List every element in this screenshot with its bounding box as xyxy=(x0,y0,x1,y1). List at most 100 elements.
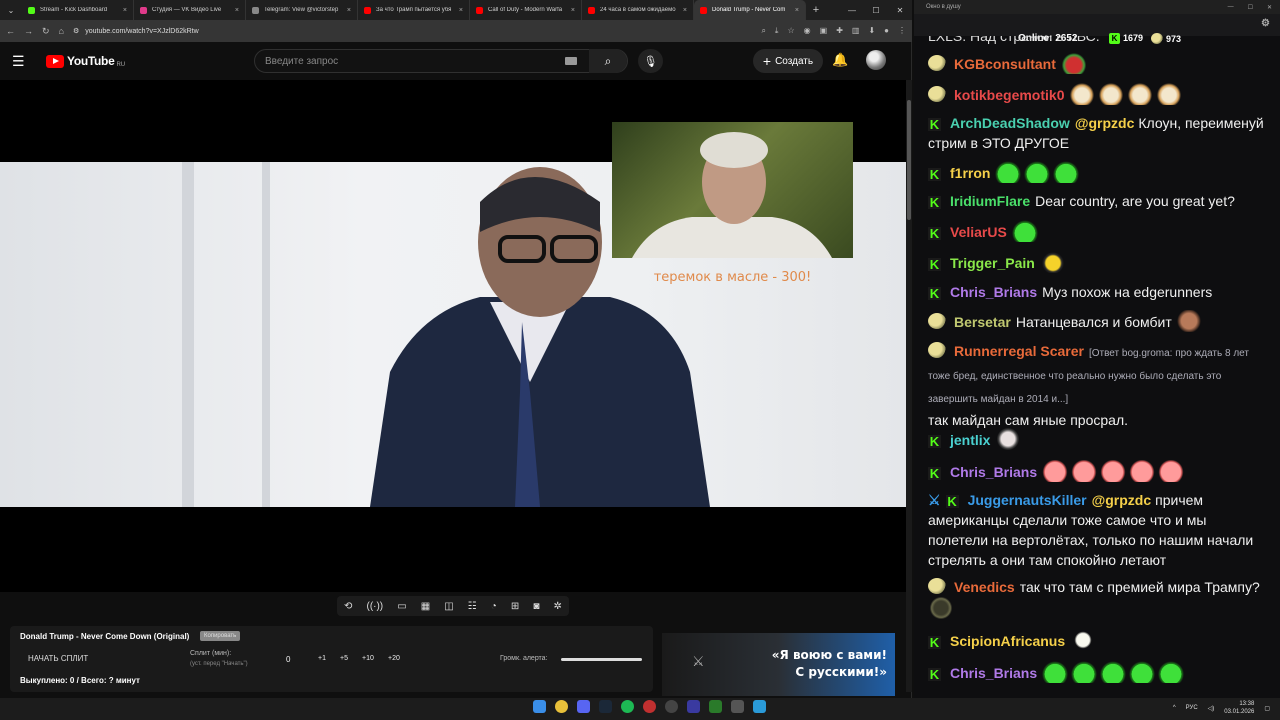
chat-username[interactable]: Trigger_Pain xyxy=(950,255,1035,271)
tab-youtube-trump[interactable]: За что Трамп пытается убя × xyxy=(358,0,470,20)
minimize-icon[interactable]: — xyxy=(840,0,864,20)
home-icon[interactable]: ⌂ xyxy=(59,26,64,36)
chat-settings-gear-icon[interactable]: ⚙ xyxy=(1261,18,1270,29)
audio-waves-icon[interactable]: ((·)) xyxy=(366,601,383,612)
app-icon[interactable] xyxy=(731,700,744,713)
chat-mention[interactable]: @grpzdc xyxy=(1075,115,1135,131)
chat-username[interactable]: Chris_Brians xyxy=(950,464,1037,480)
playlist-icon[interactable]: ☷ xyxy=(468,601,477,612)
chat-username[interactable]: Bersetar xyxy=(954,314,1011,330)
chat-username[interactable]: Chris_Brians xyxy=(950,284,1037,300)
tab-youtube-cod[interactable]: Call of Duty - Modern Warfa × xyxy=(470,0,582,20)
new-tab-button[interactable]: + xyxy=(806,0,826,20)
menu-dots-icon[interactable]: ⋮ xyxy=(898,26,906,36)
screen-icon[interactable]: ▭ xyxy=(397,601,406,612)
profile-icon[interactable]: ● xyxy=(884,26,889,36)
sidebar-icon[interactable]: ▥ xyxy=(852,26,860,36)
maximize-icon[interactable]: ☐ xyxy=(1248,4,1253,11)
back-icon[interactable]: ← xyxy=(6,26,15,36)
language-indicator[interactable]: РУС xyxy=(1186,705,1198,711)
chat-mention[interactable]: @grpzdc xyxy=(1092,492,1152,508)
search-button[interactable]: ⌕ xyxy=(589,49,627,73)
voice-search-button[interactable]: 🎙 xyxy=(638,49,663,73)
url-field[interactable]: ⚙ youtube.com/watch?v=XJzlD62kRtw xyxy=(73,27,752,36)
start-windows-icon[interactable] xyxy=(533,700,546,713)
settings-gear-icon[interactable]: ✲ xyxy=(553,601,561,612)
chat-username[interactable]: Venedics xyxy=(954,579,1015,595)
add-1-button[interactable]: +1 xyxy=(318,655,326,662)
tab-youtube-active[interactable]: Donald Trump - Never Com × xyxy=(694,0,806,20)
chat-message-list[interactable]: LXLS. Над странои в ЛВС. KGBconsultant k… xyxy=(914,36,1274,698)
speed-icon[interactable]: ◔ xyxy=(491,601,497,612)
hamburger-menu-icon[interactable]: ☰ xyxy=(12,53,36,70)
download-icon[interactable]: ⬇ xyxy=(868,26,875,36)
chat-username[interactable]: kotikbegemotik0 xyxy=(954,87,1064,103)
camera-icon[interactable]: ◙ xyxy=(533,601,539,612)
alert-volume-slider[interactable] xyxy=(561,658,642,661)
maximize-icon[interactable]: ☐ xyxy=(864,0,888,20)
forward-icon[interactable]: → xyxy=(24,26,33,36)
add-5-button[interactable]: +5 xyxy=(340,655,348,662)
close-tab-icon[interactable]: × xyxy=(795,7,799,14)
chat-username[interactable]: Chris_Brians xyxy=(950,665,1037,681)
reload-icon[interactable]: ↻ xyxy=(42,26,50,37)
video-player[interactable]: теремок в масле - 300! xyxy=(0,80,906,592)
avatar[interactable] xyxy=(866,50,886,70)
copy-button[interactable]: Копировать xyxy=(200,631,241,641)
telegram-icon[interactable] xyxy=(753,700,766,713)
tab-telegram[interactable]: Telegram: View @victorstep × xyxy=(246,0,358,20)
create-button[interactable]: + Создать xyxy=(753,49,823,73)
site-info-icon[interactable]: ⚙ xyxy=(73,27,79,35)
notifications-icon[interactable]: ▢ xyxy=(1264,705,1270,712)
close-tab-icon[interactable]: × xyxy=(459,7,463,14)
close-tab-icon[interactable]: × xyxy=(683,7,687,14)
add-20-button[interactable]: +20 xyxy=(388,655,400,662)
chat-username[interactable]: VeliarUS xyxy=(950,224,1007,240)
install-icon[interactable]: ⤓ xyxy=(775,26,779,36)
add-10-button[interactable]: +10 xyxy=(362,655,374,662)
close-tab-icon[interactable]: × xyxy=(235,7,239,14)
chat-username[interactable]: KGBconsultant xyxy=(954,56,1056,72)
obs-icon[interactable] xyxy=(665,700,678,713)
picture-in-picture-icon[interactable]: ◫ xyxy=(444,601,453,612)
start-split-button[interactable]: НАЧАТЬ СПЛИТ xyxy=(28,654,88,663)
media-player-icon[interactable] xyxy=(687,700,700,713)
notifications-bell-icon[interactable]: 🔔 xyxy=(832,52,848,68)
tab-search-icon[interactable]: ⌄ xyxy=(0,0,22,20)
close-tab-icon[interactable]: × xyxy=(347,7,351,14)
close-tab-icon[interactable]: × xyxy=(123,7,127,14)
tab-youtube-24h[interactable]: 24 часа в самом ожидаемо × xyxy=(582,0,694,20)
page-scrollbar[interactable] xyxy=(906,80,912,692)
loop-icon[interactable]: ⟲ xyxy=(344,601,352,612)
chat-username[interactable]: IridiumFlare xyxy=(950,193,1030,209)
steam-icon[interactable] xyxy=(599,700,612,713)
chat-username[interactable]: f1rron xyxy=(950,165,990,181)
puzzle-icon[interactable]: ✚ xyxy=(836,26,843,36)
volume-icon[interactable]: ◁) xyxy=(1208,705,1215,712)
keyboard-icon[interactable] xyxy=(565,57,577,65)
spotify-icon[interactable] xyxy=(621,700,634,713)
chat-username[interactable]: Runnerregal Scarer xyxy=(954,343,1084,359)
search-input[interactable] xyxy=(255,55,565,67)
discord-icon[interactable] xyxy=(577,700,590,713)
chat-username[interactable]: ScipionAfricanus xyxy=(950,633,1065,649)
chrome-icon[interactable] xyxy=(555,700,568,713)
tab-vk-video[interactable]: Студия — VK Видео Live × xyxy=(134,0,246,20)
excel-icon[interactable] xyxy=(709,700,722,713)
chat-username[interactable]: ArchDeadShadow xyxy=(950,115,1070,131)
scrollbar-thumb[interactable] xyxy=(907,100,911,220)
tab-kick-dashboard[interactable]: Stream - Kick Dashboard × xyxy=(22,0,134,20)
close-icon[interactable]: ✕ xyxy=(888,0,912,20)
close-icon[interactable]: ✕ xyxy=(1267,4,1272,11)
clapper-icon[interactable]: ▦ xyxy=(421,601,430,612)
extension-icon[interactable]: ◉ xyxy=(804,26,811,36)
youtube-logo[interactable]: YouTube RU xyxy=(46,54,125,68)
bookmark-star-icon[interactable]: ☆ xyxy=(787,26,794,36)
chat-username[interactable]: JuggernautsKiller xyxy=(968,492,1087,508)
add-icon[interactable]: ⊞ xyxy=(511,601,519,612)
zoom-icon[interactable]: ⌕ xyxy=(761,26,765,36)
close-tab-icon[interactable]: × xyxy=(571,7,575,14)
minimize-icon[interactable]: — xyxy=(1228,4,1234,11)
app-icon[interactable] xyxy=(643,700,656,713)
extension-icon[interactable]: ▣ xyxy=(820,26,828,36)
